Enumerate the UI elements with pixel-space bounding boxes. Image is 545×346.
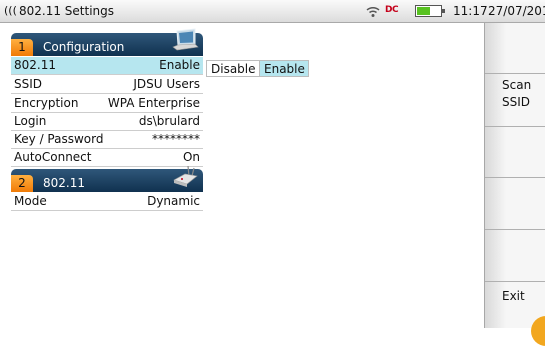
section-title: Configuration [43,40,125,54]
option-disable[interactable]: Disable [206,60,260,77]
battery-level-fill [417,7,430,15]
row-value: Enable [159,58,200,72]
row-value: WPA Enterprise [107,96,200,110]
row-ssid[interactable]: SSID JDSU Users [11,76,203,94]
battery-icon [415,5,445,17]
dc-power-icon: DC [385,5,399,15]
softkey-panel: Scan SSID Exit [484,23,545,328]
row-value: ******** [152,132,200,146]
exit-label: Exit [502,289,525,303]
scan-ssid-button[interactable]: Scan SSID [485,74,545,126]
softkey-empty-5[interactable] [485,230,545,281]
softkey-empty-4[interactable] [485,178,545,229]
section-header-802-11[interactable]: 2 802.11 [11,165,203,192]
section-number: 1 [11,39,33,56]
scan-ssid-label-line2: SSID [502,95,531,109]
wifi-signal-icon [366,6,380,17]
row-label: Mode [14,194,47,208]
wifi-router-icon [173,165,198,187]
row-value: Dynamic [147,194,200,208]
row-label: Encryption [14,96,79,110]
section-title: 802.11 [43,176,85,190]
row-mode[interactable]: Mode Dynamic [11,193,203,211]
window-title: 802.11 Settings [19,4,115,18]
option-enable[interactable]: Enable [259,60,309,77]
row-label: 802.11 [14,58,56,72]
laptop-icon [172,28,199,51]
row-encryption[interactable]: Encryption WPA Enterprise [11,95,203,113]
softkey-empty-3[interactable] [485,127,545,177]
wifi-status-icon: ((( [4,4,17,17]
title-bar: ((( 802.11 Settings DC 11:17 27/07/2012 [0,0,545,23]
section-number: 2 [11,175,33,192]
row-value: JDSU Users [133,77,200,91]
clock-time: 11:17 [453,4,488,18]
row-label: SSID [14,77,43,91]
section-header-configuration[interactable]: 1 Configuration [11,28,203,56]
row-label: Key / Password [14,132,104,146]
clock-date: 27/07/2012 [488,4,545,18]
row-login[interactable]: Login ds\brulard [11,113,203,131]
row-label: AutoConnect [14,150,92,164]
row-key-password[interactable]: Key / Password ******** [11,131,203,149]
row-value: ds\brulard [138,114,200,128]
row-802-11[interactable]: 802.11 Enable [11,57,203,75]
scan-ssid-label-line1: Scan [502,78,532,92]
row-label: Login [14,114,47,128]
